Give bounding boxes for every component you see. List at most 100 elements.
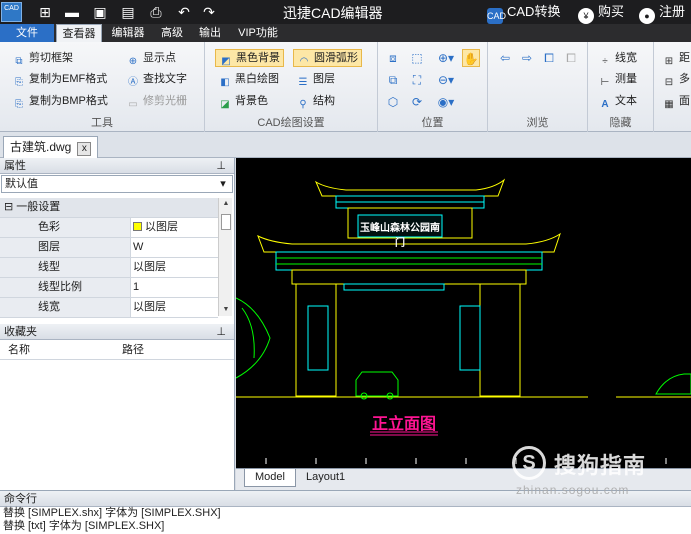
- structure-button[interactable]: ⚲ 结构: [296, 93, 335, 110]
- buy-button[interactable]: ¥ 购买: [578, 3, 624, 24]
- tab-layout1[interactable]: Layout1: [296, 469, 355, 487]
- left-pillar: [295, 283, 337, 397]
- zoom-in-icon[interactable]: ⊕▾: [432, 49, 460, 67]
- menu-bar: 文件 查看器 编辑器 高级 输出 VIP功能: [0, 24, 691, 42]
- zoom-out-icon[interactable]: ⊖▾: [432, 71, 460, 89]
- zoom-window-icon[interactable]: ⬚: [408, 49, 426, 67]
- save-pdf-icon[interactable]: ▤: [119, 3, 137, 21]
- register-button[interactable]: ● 注册: [639, 3, 685, 24]
- smooth-arc-button[interactable]: ◠ 圆滑弧形: [293, 49, 362, 67]
- pin-icon[interactable]: ⊥: [216, 324, 226, 340]
- zoom-extents-icon[interactable]: ⛶: [408, 71, 426, 89]
- tab-advanced[interactable]: 高级: [154, 24, 190, 42]
- save-icon[interactable]: ▣: [91, 3, 109, 21]
- command-line: 替换 [SIMPLEX.shx] 字体为 [SIMPLEX.SHX]: [3, 507, 221, 519]
- prop-row-linetype-scale[interactable]: 线型比例 1: [0, 278, 218, 298]
- tab-viewer[interactable]: 查看器: [56, 24, 102, 42]
- layers-icon: ☰: [298, 77, 308, 88]
- cad-drawing: [236, 178, 691, 464]
- close-icon[interactable]: x: [77, 142, 92, 156]
- back-arrow-icon[interactable]: ⇦: [496, 49, 514, 67]
- column-path[interactable]: 路径: [122, 340, 144, 360]
- app-logo-label: CAD: [4, 5, 19, 12]
- pin-icon[interactable]: ⊥: [216, 158, 226, 174]
- view-options-icon[interactable]: ◉▾: [432, 93, 460, 111]
- multi-button[interactable]: ⊟ 多: [662, 71, 690, 88]
- prop-value[interactable]: 以图层: [130, 298, 218, 317]
- trim-raster-button[interactable]: ▭ 修剪光栅: [126, 93, 187, 110]
- pan-hand-icon[interactable]: ✋: [462, 49, 480, 67]
- properties-dropdown[interactable]: 默认值 ▾: [1, 175, 233, 193]
- section-general[interactable]: ⊟ 一般设置: [0, 198, 218, 218]
- lineweight-label: 线宽: [615, 52, 637, 64]
- prop-key: 线型: [0, 258, 130, 277]
- structure-label: 结构: [313, 95, 335, 107]
- lineweight-button[interactable]: ÷ 线宽: [598, 50, 637, 67]
- text-button[interactable]: A 文本: [598, 93, 637, 110]
- scroll-up-icon[interactable]: ▲: [219, 198, 233, 210]
- open-folder-icon[interactable]: ▬: [63, 3, 81, 21]
- cad-convert-button[interactable]: CADCAD转换: [487, 3, 560, 24]
- prop-value[interactable]: 1: [130, 278, 218, 297]
- bw-drawing-icon: ◧: [220, 77, 230, 88]
- document-tab[interactable]: 古建筑.dwg x: [3, 136, 99, 158]
- tab-model[interactable]: Model: [244, 469, 296, 487]
- app-logo-icon[interactable]: CAD: [1, 2, 22, 22]
- prop-key: 色彩: [0, 218, 130, 237]
- print-icon[interactable]: ⎙: [147, 3, 165, 21]
- tab-output[interactable]: 输出: [192, 24, 228, 42]
- orbit-icon[interactable]: ⟳: [408, 93, 426, 111]
- tab-editor[interactable]: 编辑器: [106, 24, 150, 42]
- properties-scrollbar[interactable]: ▲ ▼: [218, 198, 232, 316]
- tab-file[interactable]: 文件: [0, 24, 54, 42]
- column-name[interactable]: 名称: [8, 340, 30, 360]
- user-icon: ●: [639, 8, 655, 24]
- tab-vip[interactable]: VIP功能: [232, 24, 284, 42]
- forward-arrow-icon[interactable]: ⇨: [518, 49, 536, 67]
- measure-icon: ⊢: [600, 77, 610, 88]
- page-disabled-icon[interactable]: ⧠: [562, 49, 580, 67]
- trim-raster-icon: ▭: [128, 99, 138, 110]
- prop-value[interactable]: 以图层: [130, 258, 218, 277]
- black-bg-button[interactable]: ◩ 黑色背景: [215, 49, 284, 67]
- crop-frame-button[interactable]: ⧉ 剪切框架: [12, 50, 73, 67]
- 3d-view-icon[interactable]: ⬡: [384, 93, 402, 111]
- command-line: 替换 [txt] 字体为 [SIMPLEX.SHX]: [3, 520, 165, 532]
- page-icon[interactable]: ⧠: [540, 49, 558, 67]
- distance-icon: ⊞: [664, 56, 674, 67]
- undo-icon[interactable]: ↶: [175, 3, 193, 21]
- prop-row-color[interactable]: 色彩 以图层: [0, 218, 218, 238]
- scroll-down-icon[interactable]: ▼: [219, 304, 233, 316]
- new-file-icon[interactable]: ⊞: [36, 3, 54, 21]
- watermark-url: zhinan.sogou.com: [516, 483, 630, 497]
- prop-row-lineweight[interactable]: 线宽 以图层: [0, 298, 218, 318]
- drawing-canvas[interactable]: 玉峰山森林公园南门 正立面图: [236, 158, 691, 468]
- collapse-icon[interactable]: ⊟: [4, 201, 13, 213]
- distance-button[interactable]: ⊞ 距: [662, 50, 690, 67]
- group-hide-label: 隐藏: [609, 117, 632, 129]
- scroll-thumb[interactable]: [221, 214, 231, 230]
- main-beam: [291, 269, 527, 285]
- chevron-down-icon: ▾: [220, 178, 226, 190]
- black-bg-label: 黑色背景: [236, 52, 280, 64]
- layers-button[interactable]: ☰ 图层: [296, 71, 335, 88]
- measure-button[interactable]: ⊢ 测量: [598, 71, 637, 88]
- prop-value[interactable]: W: [130, 238, 218, 257]
- area-button[interactable]: ▦ 面: [662, 93, 690, 110]
- copy-emf-button[interactable]: ⎘ 复制为EMF格式: [12, 71, 107, 88]
- properties-dropdown-value: 默认值: [5, 178, 38, 190]
- prop-row-layer[interactable]: 图层 W: [0, 238, 218, 258]
- bw-drawing-button[interactable]: ◧ 黑白绘图: [218, 71, 279, 88]
- multi-icon: ⊟: [664, 77, 674, 88]
- copy-bmp-button[interactable]: ⎘ 复制为BMP格式: [12, 93, 108, 110]
- fit-icon[interactable]: ⧉: [384, 71, 402, 89]
- move-icon[interactable]: ⧈: [384, 49, 402, 67]
- show-points-button[interactable]: ⊕ 显示点: [126, 50, 176, 67]
- smooth-arc-icon: ◠: [299, 56, 309, 67]
- bg-color-button[interactable]: ◪ 背景色: [218, 93, 268, 110]
- prop-value[interactable]: 以图层: [130, 218, 218, 237]
- find-text-button[interactable]: Ⓐ 查找文字: [126, 71, 187, 88]
- prop-row-linetype[interactable]: 线型 以图层: [0, 258, 218, 278]
- structure-icon: ⚲: [299, 99, 307, 110]
- redo-icon[interactable]: ↷: [200, 3, 218, 21]
